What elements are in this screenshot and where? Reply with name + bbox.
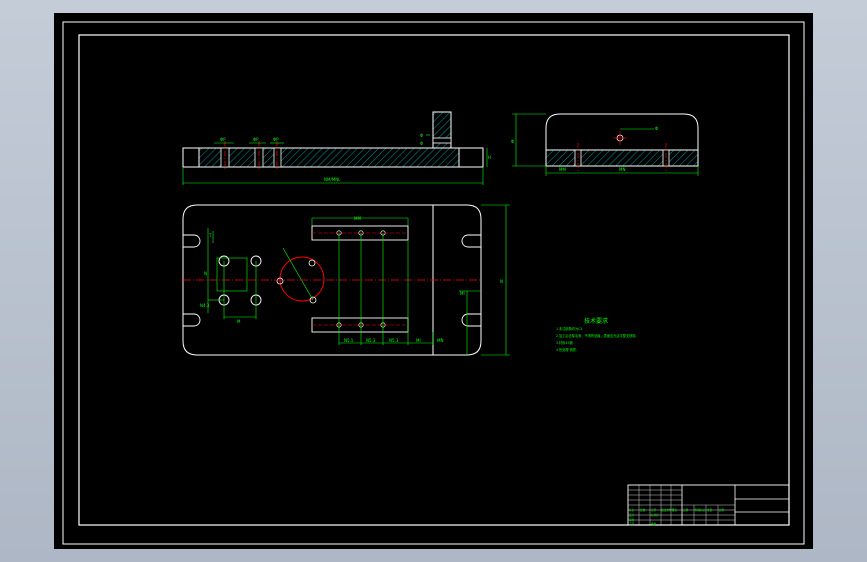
- tb-cell-1: 标记: [629, 508, 635, 512]
- slot-left-bottom: [183, 313, 201, 327]
- plan-dim-top: MM: [354, 216, 361, 221]
- slot-right-bottom: [461, 313, 481, 327]
- front-dim-2: ΦP: [253, 137, 259, 142]
- tb-cell-8: 标准化: [651, 513, 659, 517]
- side-view: Φ MM MN Φ: [511, 113, 699, 176]
- plan-circle-hole-1: [308, 259, 316, 267]
- plan-dim-right: N: [500, 279, 503, 284]
- tb-cell-9: 审核: [629, 518, 635, 522]
- side-dim-left: MM: [559, 167, 566, 172]
- front-hole-3: [273, 147, 282, 168]
- tb-cell-10: 工艺: [629, 522, 635, 526]
- tb-cell-11: 批准: [651, 522, 657, 526]
- plan-dim-left-1: T: [208, 233, 212, 238]
- plan-dim-bottom-3: N5.3: [389, 338, 399, 343]
- drawing-canvas: ΦP ΦP ΦP Φ Φ H NM/MNL Φ MM MN Φ MM N5.1 …: [62, 21, 805, 545]
- front-view-boss-slot: [432, 137, 452, 144]
- front-dim-1: ΦP: [220, 137, 226, 142]
- tb-cell-13: 重量: [707, 508, 713, 512]
- plan-dim-bottom-1: N5.1: [344, 338, 354, 343]
- tb-cell-3: 分区: [651, 508, 657, 512]
- plan-dim-left-2: N: [204, 271, 207, 276]
- plan-view: MM N5.1 N5.3 N5.3 MI MN T N M N4.3 N MI: [182, 204, 510, 356]
- slot-right-top: [461, 234, 481, 248]
- tb-cell-6: 日期: [683, 508, 689, 512]
- front-overall-width: NM/MNL: [324, 177, 341, 182]
- tech-note-4: 4.热处理 调质.: [556, 347, 577, 352]
- title-block: 标记 处数 分区 更改文件号 签名 日期 设计 标准化 审核 工艺 批准 阶段标…: [627, 484, 790, 526]
- front-dim-4: Φ: [420, 133, 423, 138]
- front-dim-5: Φ: [420, 141, 423, 146]
- plan-dim-bottom-2: N5.3: [366, 338, 376, 343]
- tb-cell-5: 签名: [672, 508, 678, 512]
- side-dim-height: Φ: [511, 139, 514, 144]
- plan-dim-right-small: MI: [460, 291, 465, 296]
- plan-dim-bottom-5: MN: [437, 338, 443, 343]
- tb-cell-7: 设计: [629, 513, 635, 517]
- plan-dim-left-3: M: [237, 319, 241, 324]
- tb-cell-12: 阶段标记: [695, 508, 706, 512]
- tb-cell-14: 比例: [719, 508, 725, 512]
- plan-dim-left-4: N4.3: [200, 303, 210, 308]
- plan-dim-bottom-4: MI: [416, 338, 421, 343]
- plan-circle: [279, 256, 325, 302]
- technical-notes: 技术要求 1.未注倒角均为C1. 2.加工后去除毛刺，不得有划痕，表面应光洁平整…: [556, 317, 637, 352]
- tech-notes-title: 技术要求: [584, 317, 608, 325]
- tech-note-2: 2.加工后去除毛刺，不得有划痕，表面应光洁平整无缺陷.: [556, 333, 637, 338]
- front-dim-6: H: [488, 155, 491, 160]
- side-dim-hole: Φ: [655, 126, 658, 131]
- side-dim-right: MN: [619, 167, 625, 172]
- front-view: ΦP ΦP ΦP Φ Φ H NM/MNL: [182, 111, 491, 185]
- tech-note-1: 1.未注倒角均为C1.: [556, 326, 583, 331]
- cad-drawing-viewport[interactable]: ΦP ΦP ΦP Φ Φ H NM/MNL Φ MM MN Φ MM N5.1 …: [54, 13, 813, 549]
- front-dim-3: ΦP: [273, 137, 279, 142]
- tb-cell-2: 处数: [640, 508, 646, 512]
- side-view-hatched-base: [545, 149, 699, 167]
- front-view-left-step: [182, 147, 200, 168]
- front-view-right-step: [458, 147, 484, 168]
- slot-left-top: [183, 234, 201, 248]
- tech-note-3: 3.材料45钢.: [556, 340, 574, 345]
